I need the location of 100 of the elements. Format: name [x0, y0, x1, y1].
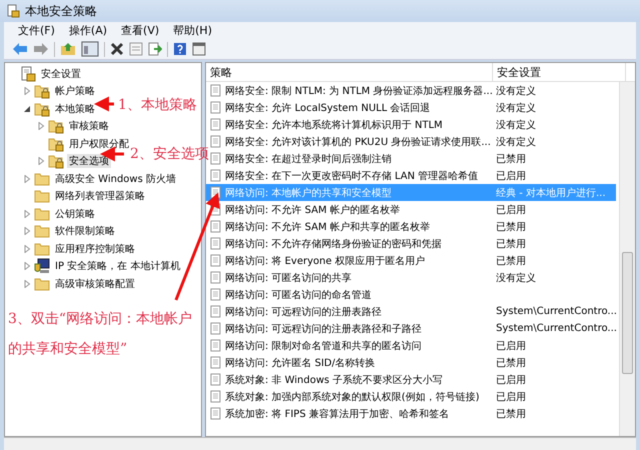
policy-icon [210, 220, 222, 233]
table-row[interactable]: 网络访问: 将 Everyone 权限应用于匿名用户 已禁用 [206, 252, 616, 269]
tree-item[interactable]: 帐户策略 [53, 84, 97, 98]
table-row[interactable]: 网络安全: 在下一次更改密码时不存储 LAN 管理器哈希值 已启用 [206, 167, 616, 184]
policy-icon [210, 135, 222, 148]
locked-folder-icon [34, 100, 50, 117]
tree-item[interactable]: 高级安全 Windows 防火墙 [53, 172, 178, 186]
tree-item[interactable]: IP 安全策略，在 本地计算机 [53, 259, 182, 274]
tree-item[interactable]: 审核策略 [67, 119, 111, 134]
table-row[interactable]: 网络访问: 可远程访问的注册表路径和子路径 System\CurrentContro... [206, 320, 616, 337]
table-row[interactable]: 网络访问: 可匿名访问的共享 没有定义 [206, 269, 616, 286]
expand-icon[interactable] [23, 280, 31, 288]
table-cell-text: 网络访问: 可匿名访问的共享 [225, 272, 352, 284]
table-row[interactable]: 系统加密: 将 FIPS 兼容算法用于加密、哈希和签名 已禁用 [206, 405, 616, 422]
annotation-text: 2、安全选项 [130, 145, 209, 163]
tree-item[interactable]: 应用程序控制策略 [53, 242, 137, 256]
table-row[interactable]: 系统对象: 非 Windows 子系统不要求区分大小写 已启用 [206, 371, 616, 388]
folder-icon [34, 240, 50, 257]
tree-item[interactable]: 安全选项 [67, 154, 111, 168]
table-cell-text: 网络访问: 将 Everyone 权限应用于匿名用户 [225, 254, 425, 268]
collapse-icon[interactable] [23, 104, 31, 113]
expand-icon[interactable] [23, 244, 31, 253]
table-row[interactable]: 网络安全: 允许 LocalSystem NULL 会话回退 没有定义 [206, 99, 616, 116]
expand-icon[interactable] [23, 87, 31, 96]
export-icon[interactable] [148, 42, 162, 56]
tree-toggle-icon[interactable] [81, 41, 99, 57]
folder-up-icon[interactable] [60, 42, 76, 56]
table-cell-text: 已禁用 [496, 220, 526, 234]
policy-icon [210, 237, 222, 250]
table-cell-text: 没有定义 [496, 272, 536, 284]
table-cell-text: 没有定义 [496, 102, 536, 114]
folder-icon [34, 223, 50, 240]
back-icon[interactable] [12, 42, 28, 56]
table-row[interactable]: 网络访问: 不允许 SAM 帐户和共享的匿名枚举 已禁用 [206, 218, 616, 235]
table-row[interactable]: 网络安全: 限制 NTLM: 为 NTLM 身份验证添加远程服务器... 没有定义 [206, 82, 616, 99]
policy-icon [210, 84, 222, 97]
expand-icon[interactable] [23, 227, 31, 236]
tree-item[interactable]: 网络列表管理器策略 [53, 189, 147, 204]
help-icon[interactable] [173, 42, 187, 56]
table-cell-text: 网络安全: 允许对该计算机的 PKU2U 身份验证请求使用联... [225, 136, 491, 148]
expand-icon[interactable] [23, 174, 31, 183]
folder-icon [34, 188, 50, 204]
table-row[interactable]: 网络访问: 不允许存储网络身份验证的密码和凭据 已禁用 [206, 235, 616, 252]
table-cell: System\CurrentContro... [496, 306, 617, 317]
tree-item[interactable]: 高级审核策略配置 [53, 276, 137, 291]
locked-folder-icon [34, 83, 50, 100]
annotation-text: 3、双击“网络访问：本地帐户的共享和安全模型” [8, 310, 194, 359]
policy-icon [210, 339, 222, 352]
table-cell-text: 网络访问: 不允许 SAM 帐户的匿名枚举 [225, 204, 400, 216]
table-cell-text: 网络安全: 在超过登录时间后强制注销 [225, 152, 392, 166]
policy-icon [210, 118, 222, 131]
scrollbar[interactable] [619, 82, 635, 436]
column-header[interactable]: 安全设置 [493, 63, 626, 81]
column-header[interactable]: 策略 [206, 63, 493, 81]
expand-icon[interactable] [37, 122, 45, 130]
menu-item[interactable]: 操作(A) [68, 23, 108, 38]
tree-item[interactable]: 安全设置 [39, 66, 83, 81]
properties-icon[interactable] [129, 42, 143, 56]
table-row[interactable]: 网络访问: 不允许 SAM 帐户的匿名枚举 已启用 [206, 201, 616, 218]
menu-item[interactable]: 文件(F) [18, 23, 55, 38]
tree-item[interactable]: 公钥策略 [53, 206, 97, 221]
policy-icon [210, 322, 222, 335]
table-cell-text: 没有定义 [496, 136, 536, 148]
table-cell-text: 已禁用 [496, 152, 526, 166]
table-cell-text: 网络访问: 限制对命名管道和共享的匿名访问 [225, 340, 422, 352]
table-cell-text: 网络安全: 在下一次更改密码时不存储 LAN 管理器哈希值 [225, 170, 478, 182]
table-row[interactable]: 网络访问: 可远程访问的注册表路径 System\CurrentContro... [206, 303, 616, 320]
tree-item[interactable]: 软件限制策略 [53, 224, 117, 238]
expand-icon[interactable] [23, 262, 31, 270]
table-cell-text: 网络访问: 可远程访问的注册表路径 [225, 306, 382, 318]
policy-icon [210, 407, 222, 420]
forward-icon[interactable] [33, 42, 49, 56]
table-cell-text: 已禁用 [496, 238, 526, 250]
expand-icon[interactable] [37, 157, 45, 166]
table-row[interactable]: 网络安全: 允许对该计算机的 PKU2U 身份验证请求使用联... 没有定义 [206, 133, 616, 150]
table-cell-text: 已启用 [496, 204, 526, 216]
table-row[interactable]: 网络访问: 可匿名访问的命名管道 [206, 286, 616, 303]
table-cell-text: 网络安全: 允许本地系统将计算机标识用于 NTLM [225, 118, 443, 132]
table-cell-text: 已启用 [496, 374, 526, 386]
policy-icon [210, 152, 222, 165]
table-cell-text: 已启用 [496, 340, 526, 352]
menu-item[interactable]: 帮助(H) [173, 23, 212, 38]
policy-icon [210, 373, 222, 386]
menu-item[interactable]: 查看(V) [121, 23, 160, 38]
locked-folder-icon [48, 153, 64, 170]
table-cell-text: 系统加密: 将 FIPS 兼容算法用于加密、哈希和签名 [225, 408, 449, 420]
annotation-text: 1、本地策略 [118, 96, 197, 114]
tree-item[interactable]: 本地策略 [53, 102, 97, 116]
table-row[interactable]: 网络访问: 允许匿名 SID/名称转换 已禁用 [206, 354, 616, 371]
table-row[interactable]: 系统对象: 加强内部系统对象的默认权限(例如，符号链接) 已启用 [206, 388, 616, 405]
table-row[interactable]: 网络安全: 允许本地系统将计算机标识用于 NTLM 没有定义 [206, 116, 616, 133]
table-cell-text: 已启用 [496, 390, 526, 404]
table-row[interactable]: 网络访问: 限制对命名管道和共享的匿名访问 已启用 [206, 337, 616, 354]
delete-icon[interactable] [110, 42, 124, 56]
window-icon[interactable] [192, 42, 206, 56]
tree-item[interactable]: 用户权限分配 [67, 136, 131, 151]
computer-shield-icon [34, 258, 50, 274]
expand-icon[interactable] [23, 210, 31, 218]
annotation-arrow [94, 96, 114, 112]
policy-icon [210, 288, 222, 301]
